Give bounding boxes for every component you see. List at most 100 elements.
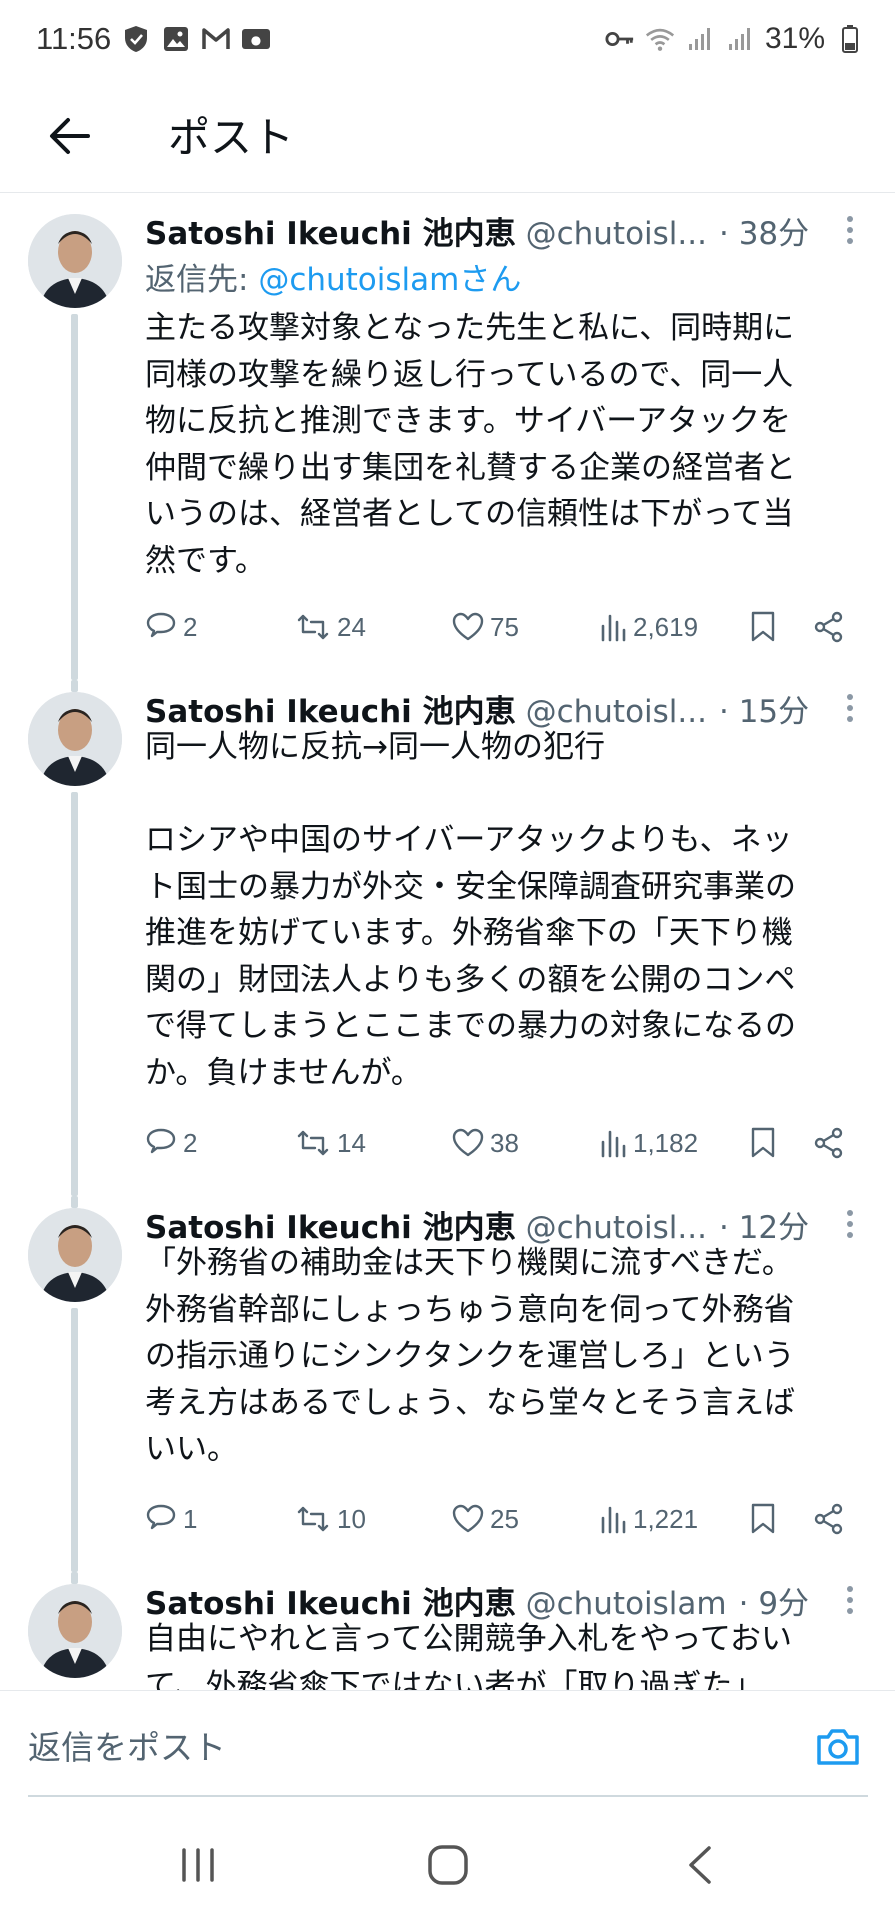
- profile-photo: [28, 214, 122, 308]
- tweet-text: 自由にやれと言って公開競争入札をやっておい て、外務省傘下ではない者が「取り過ぎ…: [145, 1621, 792, 1690]
- views-button[interactable]: 1,182: [599, 1120, 698, 1166]
- tweet[interactable]: Satoshi Ikeuchi 池内恵 @chutoislam · 9分 自由に…: [0, 1572, 895, 1690]
- more-options-button[interactable]: [830, 1204, 870, 1244]
- tweet-text: 主たる攻撃対象となった先生と私に、同時期に 同様の攻撃を繰り返し行っているので、…: [145, 310, 796, 579]
- repost-count: 24: [337, 611, 366, 642]
- like-count: 25: [490, 1503, 519, 1534]
- like-count: 38: [490, 1127, 519, 1158]
- back-button[interactable]: [40, 106, 100, 166]
- analytics-icon: [601, 614, 626, 642]
- reply-to-label: 返信先:: [145, 262, 259, 298]
- repost-icon: [297, 1506, 329, 1532]
- reply-icon: [146, 612, 176, 638]
- signal-icon: [725, 24, 755, 54]
- avatar[interactable]: [28, 1584, 122, 1678]
- reply-composer: 返信をポスト: [0, 1690, 895, 1801]
- share-button[interactable]: [813, 1120, 845, 1166]
- view-count: 1,221: [633, 1503, 699, 1534]
- reply-context: 返信先: @chutoislamさん: [145, 254, 521, 299]
- tweet-actions: 1 10 25 1,221: [145, 1496, 860, 1542]
- repost-button[interactable]: 24: [295, 604, 366, 650]
- battery-percent: 31%: [764, 22, 825, 55]
- tweet[interactable]: Satoshi Ikeuchi 池内恵 @chutoisl... · 38分 返…: [0, 192, 895, 680]
- status-bar: 11:56 ● 31%: [0, 0, 895, 78]
- thread-line: [71, 1572, 78, 1584]
- status-bar-left: 11:56 ●: [36, 21, 271, 57]
- thread-line: [71, 1308, 78, 1572]
- shield-icon: [121, 24, 151, 54]
- reply-icon: [146, 1128, 176, 1154]
- bookmark-button[interactable]: [750, 1120, 776, 1166]
- repost-button[interactable]: 14: [295, 1120, 366, 1166]
- heart-icon: [452, 612, 484, 641]
- tweet-text: 同一人物に反抗→同一人物の犯行 ロシアや中国のサイバーアタックよりも、ネッ ト国…: [145, 729, 796, 1091]
- more-options-button[interactable]: [830, 688, 870, 728]
- like-button[interactable]: 75: [452, 604, 519, 650]
- svg-text:●: ●: [251, 33, 261, 47]
- reply-button[interactable]: 2: [145, 1120, 197, 1166]
- gmail-icon: [201, 24, 231, 54]
- reply-count: 1: [183, 1503, 198, 1534]
- view-count: 1,182: [633, 1127, 699, 1158]
- home-button[interactable]: [408, 1830, 488, 1900]
- share-button[interactable]: [813, 604, 845, 650]
- back-nav-button[interactable]: [660, 1830, 740, 1900]
- battery-icon: [835, 24, 865, 54]
- chevron-left-icon: [689, 1846, 711, 1884]
- camera-button[interactable]: [812, 1721, 864, 1773]
- timestamp[interactable]: · 38分: [719, 208, 809, 253]
- like-button[interactable]: 38: [452, 1120, 519, 1166]
- author-name[interactable]: Satoshi Ikeuchi 池内恵: [145, 208, 516, 253]
- like-button[interactable]: 25: [452, 1496, 519, 1542]
- thread-line: [71, 792, 78, 1196]
- thread-line: [71, 680, 78, 692]
- wifi-icon: [645, 24, 675, 54]
- views-button[interactable]: 1,221: [599, 1496, 698, 1542]
- bookmark-icon: [751, 1503, 775, 1534]
- thread-timeline[interactable]: Satoshi Ikeuchi 池内恵 @chutoisl... · 38分 返…: [0, 192, 895, 1690]
- signal-icon: [685, 24, 715, 54]
- more-options-button[interactable]: [830, 1580, 870, 1620]
- bookmark-icon: [751, 1127, 775, 1158]
- system-nav-bar: [0, 1800, 895, 1920]
- tweet[interactable]: Satoshi Ikeuchi 池内恵 @chutoisl... · 15分 同…: [0, 680, 895, 1196]
- view-count: 2,619: [633, 611, 699, 642]
- share-icon: [814, 611, 843, 643]
- camera-icon: [817, 1729, 859, 1765]
- author-handle[interactable]: @chutoisl...: [526, 216, 707, 252]
- reply-to-mention[interactable]: @chutoislamさん: [258, 262, 521, 298]
- header: ポスト: [0, 78, 895, 193]
- more-options-button[interactable]: [830, 210, 870, 250]
- reply-count: 2: [183, 611, 198, 642]
- repost-icon: [297, 614, 329, 640]
- repost-button[interactable]: 10: [295, 1496, 366, 1542]
- tweet-header: Satoshi Ikeuchi 池内恵 @chutoisl... · 38分: [145, 208, 845, 254]
- reply-button[interactable]: 1: [145, 1496, 197, 1542]
- more-vertical-icon: [847, 1586, 853, 1614]
- views-button[interactable]: 2,619: [599, 604, 698, 650]
- reply-input[interactable]: 返信をポスト: [28, 1721, 788, 1773]
- reply-count: 2: [183, 1127, 198, 1158]
- thread-line: [71, 314, 78, 680]
- composer-divider: [28, 1795, 868, 1797]
- share-button[interactable]: [813, 1496, 845, 1542]
- avatar[interactable]: [28, 692, 122, 786]
- repost-count: 14: [337, 1127, 366, 1158]
- cast-icon: ●: [241, 24, 271, 54]
- bookmark-button[interactable]: [750, 604, 776, 650]
- share-icon: [814, 1503, 843, 1535]
- avatar[interactable]: [28, 214, 122, 308]
- status-time: 11:56: [36, 21, 112, 56]
- recent-apps-button[interactable]: [158, 1830, 238, 1900]
- arrow-left-icon: [50, 118, 90, 154]
- analytics-icon: [601, 1506, 626, 1534]
- like-count: 75: [490, 611, 519, 642]
- analytics-icon: [601, 1130, 626, 1158]
- repost-count: 10: [337, 1503, 366, 1534]
- share-icon: [814, 1127, 843, 1159]
- profile-photo: [28, 1584, 122, 1678]
- bookmark-button[interactable]: [750, 1496, 776, 1542]
- reply-button[interactable]: 2: [145, 604, 197, 650]
- tweet[interactable]: Satoshi Ikeuchi 池内恵 @chutoisl... · 12分 「…: [0, 1196, 895, 1572]
- avatar[interactable]: [28, 1208, 122, 1302]
